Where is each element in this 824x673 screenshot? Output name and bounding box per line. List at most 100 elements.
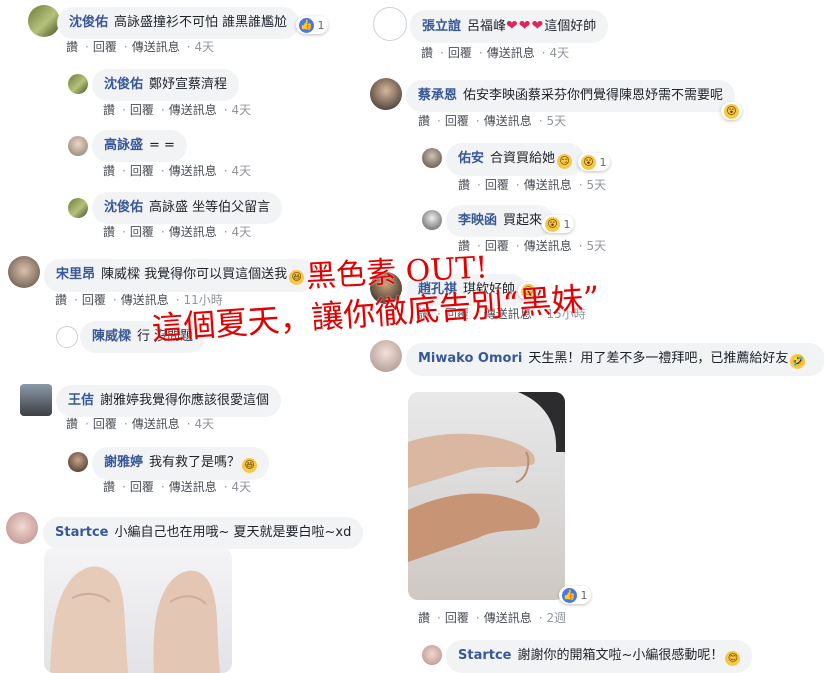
avatar[interactable] xyxy=(422,148,442,168)
send-message-link[interactable]: 傳送訊息 xyxy=(169,480,217,494)
comment-text: 謝雅婷我覺得你應該很愛這個 xyxy=(100,393,270,408)
timestamp[interactable]: 4天 xyxy=(232,103,252,117)
avatar[interactable] xyxy=(68,452,88,472)
comment-author[interactable]: Startce xyxy=(458,648,512,663)
reaction-count[interactable]: 😮 1 xyxy=(542,215,574,233)
timestamp[interactable]: 4天 xyxy=(232,164,252,178)
avatar[interactable] xyxy=(6,512,38,544)
reply-link[interactable]: 回覆 xyxy=(445,611,469,625)
send-message-link[interactable]: 傳送訊息 xyxy=(169,225,217,239)
reaction-count[interactable]: 👍 1 xyxy=(296,16,328,34)
comment-text: 小編自己也在用哦~ 夏天就是要白啦~xd xyxy=(114,525,352,540)
comment-actions: 讚 · 回覆 · 傳送訊息 · 4天 xyxy=(103,225,252,239)
timestamp[interactable]: 4天 xyxy=(550,46,570,60)
timestamp[interactable]: 2週 xyxy=(547,611,567,625)
like-link[interactable]: 讚 xyxy=(421,46,433,60)
like-link[interactable]: 讚 xyxy=(66,417,78,431)
avatar[interactable] xyxy=(370,78,402,110)
timestamp[interactable]: 5天 xyxy=(547,114,567,128)
reply-link[interactable]: 回覆 xyxy=(130,103,154,117)
like-link[interactable]: 讚 xyxy=(103,225,115,239)
avatar[interactable] xyxy=(28,5,60,37)
like-icon: 👍 xyxy=(299,17,314,33)
send-message-link[interactable]: 傳送訊息 xyxy=(484,611,532,625)
send-message-link[interactable]: 傳送訊息 xyxy=(169,164,217,178)
timestamp[interactable]: 5天 xyxy=(587,239,607,253)
comment-author[interactable]: 謝雅婷 xyxy=(104,455,143,470)
comment-author[interactable]: 張立誼 xyxy=(422,19,461,34)
comment-author[interactable]: 宋里昂 xyxy=(56,267,95,282)
timestamp[interactable]: 4天 xyxy=(232,225,252,239)
reply-link[interactable]: 回覆 xyxy=(130,480,154,494)
avatar[interactable] xyxy=(422,645,442,665)
comment-text: 合資買給她 xyxy=(490,151,556,166)
like-link[interactable]: 讚 xyxy=(103,480,115,494)
reply-link[interactable]: 回覆 xyxy=(485,178,509,192)
comment-actions: 讚 · 回覆 · 傳送訊息 · 5天 xyxy=(458,178,607,192)
send-message-link[interactable]: 傳送訊息 xyxy=(484,114,532,128)
comment-author[interactable]: 王佶 xyxy=(68,393,94,408)
comment-bubble: 謝雅婷 我有救了是嗎？ 😆 xyxy=(92,447,270,480)
reply-link[interactable]: 回覆 xyxy=(93,417,117,431)
like-link[interactable]: 讚 xyxy=(458,178,470,192)
comment-text: 佑安李映函蔡采芬你們覺得陳恩妤需不需要呢 xyxy=(463,88,724,103)
comment-author[interactable]: 沈俊佑 xyxy=(69,15,108,30)
avatar[interactable] xyxy=(68,136,88,156)
comment-author[interactable]: Startce xyxy=(55,525,109,540)
comment-photo[interactable] xyxy=(408,392,565,600)
reply-link[interactable]: 回覆 xyxy=(82,293,106,307)
comment-author[interactable]: Miwako Omori xyxy=(418,351,522,366)
reply-link[interactable]: 回覆 xyxy=(448,46,472,60)
timestamp[interactable]: 4天 xyxy=(195,417,215,431)
reply-link[interactable]: 回覆 xyxy=(130,225,154,239)
like-link[interactable]: 讚 xyxy=(66,40,78,54)
timestamp[interactable]: 5天 xyxy=(587,178,607,192)
comment-author[interactable]: 陳威樑 xyxy=(92,329,131,344)
comment-author[interactable]: 高詠盛 xyxy=(104,138,143,153)
avatar[interactable] xyxy=(422,210,442,230)
avatar[interactable] xyxy=(68,74,88,94)
comment-photo[interactable] xyxy=(44,548,232,673)
send-message-link[interactable]: 傳送訊息 xyxy=(132,40,180,54)
avatar[interactable] xyxy=(373,7,407,41)
send-message-link[interactable]: 傳送訊息 xyxy=(524,239,572,253)
reply-link[interactable]: 回覆 xyxy=(93,40,117,54)
comment-actions: 讚 · 回覆 · 傳送訊息 · 4天 xyxy=(66,417,215,431)
timestamp[interactable]: 4天 xyxy=(195,40,215,54)
avatar[interactable] xyxy=(8,256,40,288)
avatar[interactable] xyxy=(56,326,78,348)
comment-actions: 讚 · 回覆 · 傳送訊息 · 4天 xyxy=(103,480,252,494)
wow-icon: 😮 xyxy=(581,154,596,170)
comment-actions: 讚 · 回覆 · 傳送訊息 · 2週 xyxy=(418,611,567,625)
comment-bubble: 高詠盛 = = xyxy=(92,130,187,162)
reply-link[interactable]: 回覆 xyxy=(130,164,154,178)
reply-link[interactable]: 回覆 xyxy=(445,114,469,128)
like-link[interactable]: 讚 xyxy=(103,164,115,178)
like-link[interactable]: 讚 xyxy=(55,293,67,307)
send-message-link[interactable]: 傳送訊息 xyxy=(524,178,572,192)
timestamp[interactable]: 4天 xyxy=(232,480,252,494)
like-link[interactable]: 讚 xyxy=(103,103,115,117)
send-message-link[interactable]: 傳送訊息 xyxy=(169,103,217,117)
avatar[interactable] xyxy=(370,340,402,372)
comment-author[interactable]: 沈俊佑 xyxy=(104,200,143,215)
comment-bubble: 張立誼 呂福峰❤❤❤這個好帥 xyxy=(410,10,609,43)
reaction-count[interactable]: 😮 xyxy=(721,102,742,120)
comment-author[interactable]: 蔡承恩 xyxy=(418,88,457,103)
comment-text: 高詠盛撞衫不可怕 誰黑誰尷尬 xyxy=(114,15,288,30)
send-message-link[interactable]: 傳送訊息 xyxy=(132,417,180,431)
reply-link[interactable]: 回覆 xyxy=(485,239,509,253)
comment-author[interactable]: 佑安 xyxy=(458,151,484,166)
like-link[interactable]: 讚 xyxy=(418,611,430,625)
comment-author[interactable]: 沈俊佑 xyxy=(104,77,143,92)
avatar[interactable] xyxy=(68,198,88,218)
smile-emoji-icon: 😊 xyxy=(725,651,741,666)
comment-bubble: 沈俊佑 高詠盛撞衫不可怕 誰黑誰尷尬 xyxy=(57,7,300,39)
like-link[interactable]: 讚 xyxy=(418,114,430,128)
reaction-count[interactable]: 👍 1 xyxy=(559,586,591,604)
avatar[interactable] xyxy=(20,384,52,416)
send-message-link[interactable]: 傳送訊息 xyxy=(487,46,535,60)
comment-bubble: 佑安 合資買給她 😏 xyxy=(446,143,585,176)
comment-author[interactable]: 李映函 xyxy=(458,213,497,228)
reaction-count[interactable]: 😮 1 xyxy=(578,153,610,171)
